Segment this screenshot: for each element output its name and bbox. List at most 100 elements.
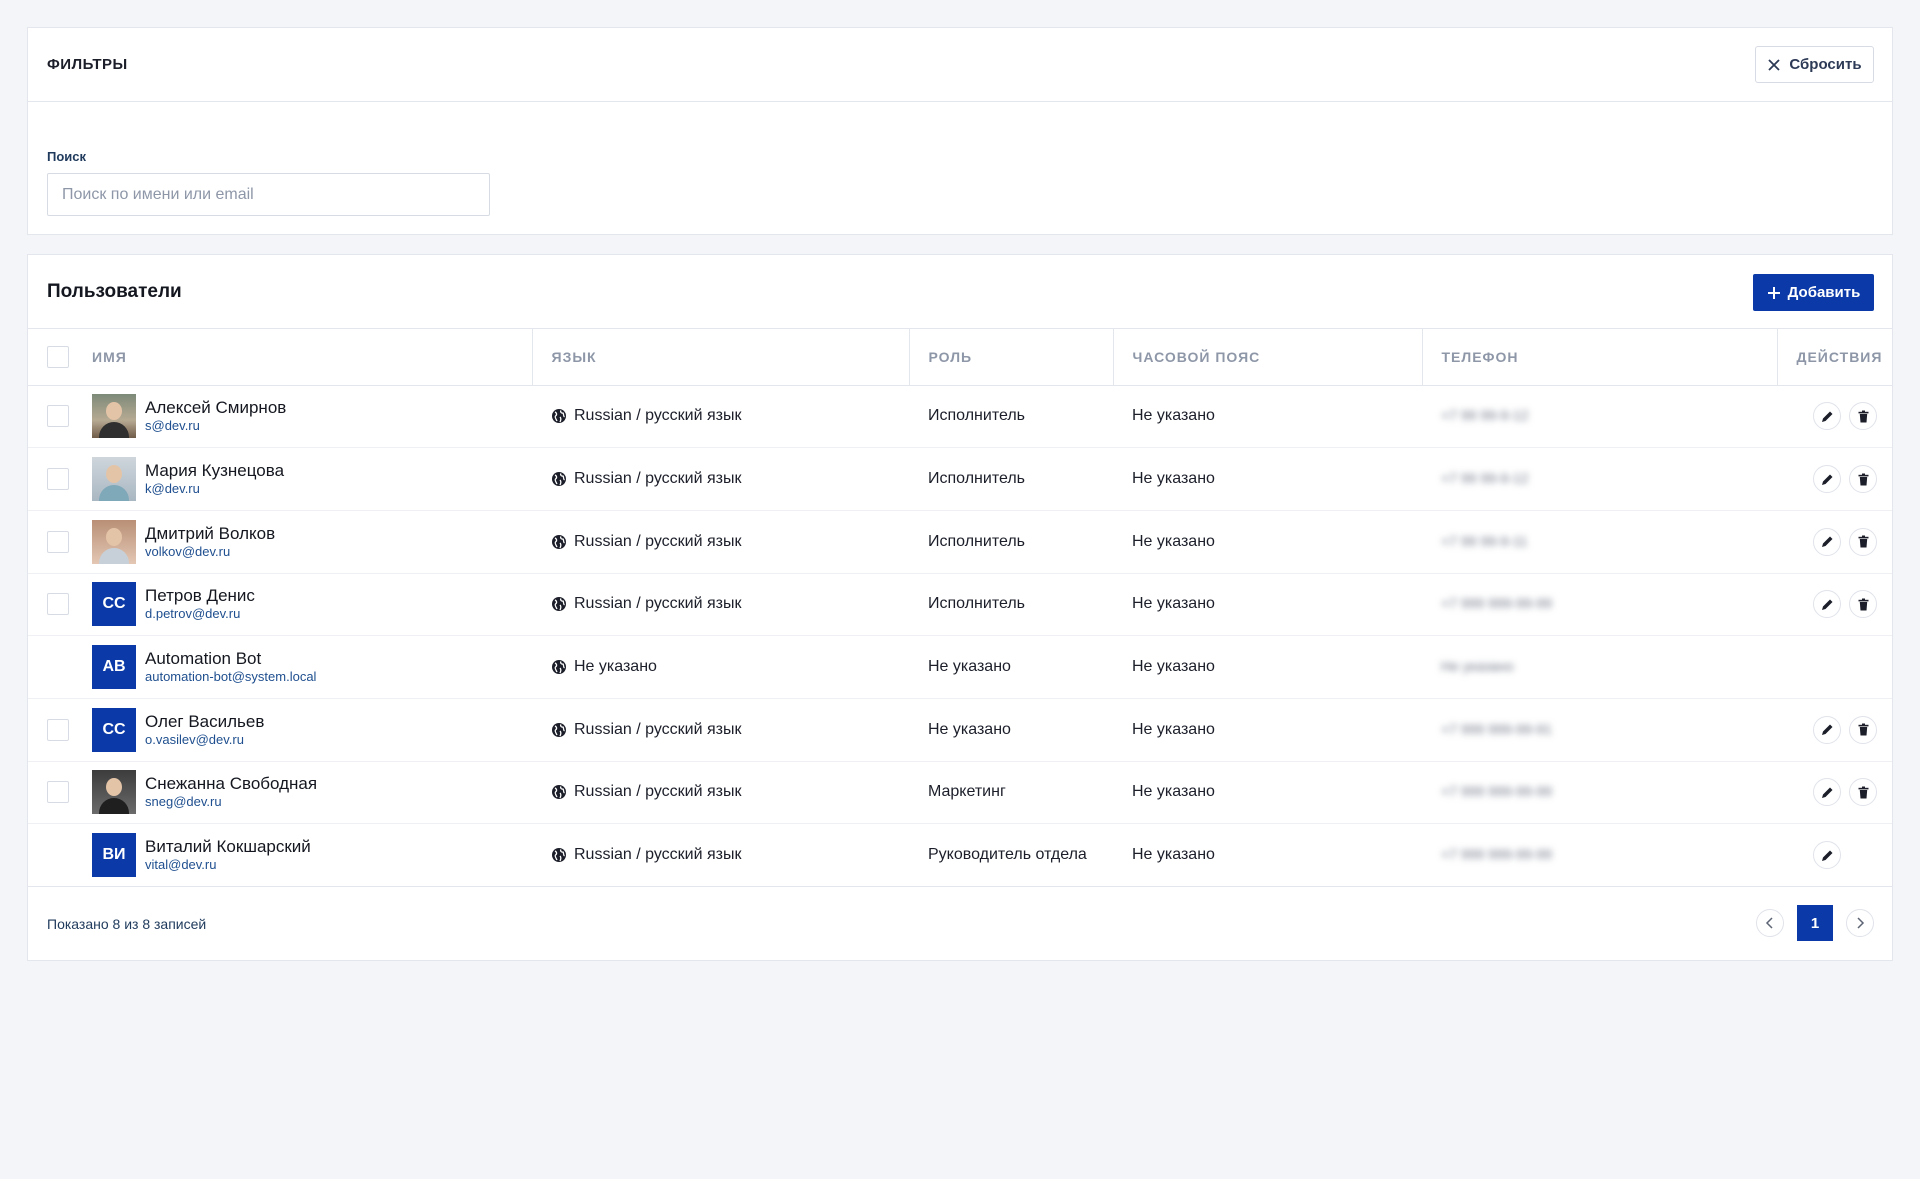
cell-timezone: Не указано — [1113, 698, 1422, 762]
reset-filters-button[interactable]: Сбросить — [1755, 46, 1874, 83]
pencil-icon — [1821, 474, 1832, 485]
cell-role: Не указано — [909, 635, 1113, 699]
filters-title: ФИЛЬТРЫ — [47, 56, 128, 73]
cell-role: Исполнитель — [909, 510, 1113, 574]
cell-phone: +7 99 99-9-12 — [1422, 447, 1777, 511]
user-email: o.vasilev@dev.ru — [145, 731, 244, 747]
row-checkbox[interactable] — [47, 405, 69, 428]
close-icon — [1768, 58, 1781, 71]
cell-language: Russian / русский язык — [532, 823, 909, 887]
globe-icon — [552, 472, 566, 487]
cell-role: Исполнитель — [909, 573, 1113, 637]
column-header-timezone: Часовой пояс — [1112, 329, 1422, 386]
row-checkbox[interactable] — [47, 530, 69, 553]
table-row: ВИ Виталий Кокшарский vital@dev.ru Russi… — [28, 823, 1892, 887]
edit-user-button[interactable] — [1813, 715, 1841, 744]
cell-phone: +7 999 999-99-99 — [1422, 823, 1777, 887]
avatar: ВИ — [92, 833, 136, 878]
next-page-button[interactable] — [1846, 909, 1874, 937]
edit-user-button[interactable] — [1813, 778, 1841, 807]
timezone-value: Не указано — [1132, 720, 1215, 738]
pencil-icon — [1821, 724, 1832, 736]
column-header-role: Роль — [908, 329, 1113, 386]
prev-page-button[interactable] — [1756, 909, 1784, 937]
cell-name: СС Петров Денис d.petrov@dev.ru — [28, 573, 532, 637]
cell-language: Russian / русский язык — [532, 698, 909, 762]
cell-role: Не указано — [909, 698, 1113, 762]
avatar — [92, 457, 136, 502]
page-button-current[interactable]: 1 — [1797, 905, 1833, 941]
cell-actions — [1777, 761, 1892, 825]
cell-timezone: Не указано — [1113, 823, 1422, 887]
phone-value: +7 999 999-99-99 — [1441, 783, 1552, 800]
role-value: Исполнитель — [928, 532, 1026, 550]
language-value: Russian / русский язык — [574, 532, 742, 550]
globe-icon — [552, 597, 566, 612]
globe-icon — [552, 722, 566, 737]
timezone-value: Не указано — [1132, 658, 1215, 676]
filters-panel: ФИЛЬТРЫ Сбросить Поиск — [27, 27, 1893, 235]
table-row: Алексей Смирнов s@dev.ru Russian / русск… — [28, 385, 1892, 449]
add-user-button[interactable]: Добавить — [1753, 274, 1874, 311]
cell-name: AB Automation Bot automation-bot@system.… — [28, 635, 532, 699]
chevron-left-icon — [1765, 917, 1773, 929]
language-value: Russian / русский язык — [574, 783, 742, 801]
user-name: Петров Денис — [145, 586, 255, 606]
cell-actions — [1777, 385, 1892, 449]
delete-user-button[interactable] — [1849, 590, 1877, 619]
edit-user-button[interactable] — [1813, 841, 1841, 870]
role-value: Руководитель отдела — [928, 846, 1087, 864]
cell-role: Маркетинг — [909, 761, 1113, 825]
cell-phone: +7 999 999-99-91 — [1422, 698, 1777, 762]
row-checkbox[interactable] — [47, 468, 69, 491]
language-value: Russian / русский язык — [574, 720, 742, 738]
cell-language: Russian / русский язык — [532, 573, 909, 637]
user-name: Мария Кузнецова — [145, 461, 285, 481]
pencil-icon — [1821, 850, 1832, 861]
edit-user-button[interactable] — [1813, 402, 1841, 431]
column-header-phone: Телефон — [1421, 329, 1777, 386]
search-label: Поиск — [47, 149, 87, 164]
pencil-icon — [1821, 787, 1832, 798]
cell-name: Дмитрий Волков volkov@dev.ru — [28, 510, 532, 574]
language-value: Russian / русский язык — [574, 470, 742, 488]
table-footer: Показано 8 из 8 записей 1 — [28, 887, 1892, 961]
cell-name: Снежанна Свободная sneg@dev.ru — [28, 761, 532, 825]
timezone-value: Не указано — [1132, 595, 1215, 613]
cell-language: Russian / русский язык — [532, 385, 909, 449]
select-all-checkbox[interactable] — [47, 345, 69, 368]
role-value: Не указано — [928, 658, 1011, 676]
row-checkbox[interactable] — [47, 781, 69, 804]
delete-user-button[interactable] — [1849, 778, 1877, 807]
language-value: Russian / русский язык — [574, 595, 742, 613]
cell-timezone: Не указано — [1113, 447, 1422, 511]
user-email: k@dev.ru — [145, 481, 200, 497]
cell-phone: +7 99 99-9-12 — [1422, 385, 1777, 449]
table-row: Дмитрий Волков volkov@dev.ru Russian / р… — [28, 510, 1892, 574]
role-value: Не указано — [928, 720, 1011, 738]
search-input[interactable] — [47, 173, 490, 216]
users-title: Пользователи — [47, 281, 182, 302]
cell-timezone: Не указано — [1113, 385, 1422, 449]
records-count: Показано 8 из 8 записей — [47, 916, 207, 932]
add-label: Добавить — [1787, 284, 1861, 301]
row-checkbox[interactable] — [47, 718, 69, 741]
edit-user-button[interactable] — [1813, 590, 1841, 619]
user-name: Олег Васильев — [145, 711, 265, 731]
delete-user-button[interactable] — [1849, 527, 1877, 556]
user-name: Виталий Кокшарский — [145, 837, 311, 857]
user-email: sneg@dev.ru — [145, 794, 222, 810]
column-header-actions: Действия — [1776, 329, 1892, 386]
cell-actions — [1777, 510, 1892, 574]
delete-user-button[interactable] — [1849, 465, 1877, 494]
row-checkbox[interactable] — [47, 593, 69, 616]
edit-user-button[interactable] — [1813, 527, 1841, 556]
user-email: vital@dev.ru — [145, 857, 217, 873]
column-header-name: Имя — [28, 329, 532, 386]
table-row: Снежанна Свободная sneg@dev.ru Russian /… — [28, 761, 1892, 825]
cell-actions — [1777, 573, 1892, 637]
phone-value: +7 999 999-99-91 — [1441, 720, 1552, 737]
delete-user-button[interactable] — [1849, 715, 1877, 744]
edit-user-button[interactable] — [1813, 465, 1841, 494]
delete-user-button[interactable] — [1849, 402, 1877, 431]
